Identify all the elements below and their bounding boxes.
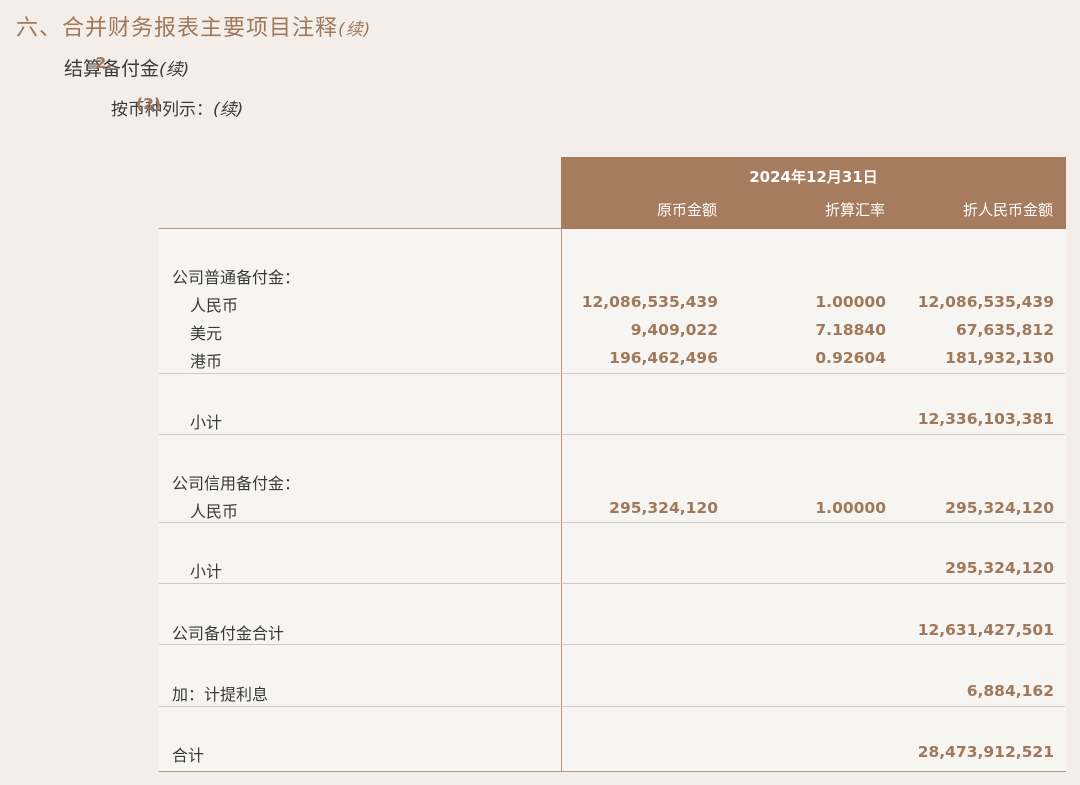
interest-label: 加：计提利息 [172,685,269,704]
cell-original-amount: 9,409,022 [630,321,718,339]
section-title-credit: 公司信用备付金： [172,474,301,493]
interest-rmb-amount: 6,884,162 [966,682,1054,700]
table-top-rule [159,228,561,229]
sub-subsection-heading: (2) 按币种列示：(续) [111,95,243,120]
company-total-rmb-amount: 12,631,427,501 [917,621,1054,639]
row-divider [159,644,1065,645]
subtotal-rmb-amount: 295,324,120 [945,559,1054,577]
continued-mark: (续) [338,20,372,40]
cell-rmb-amount: 67,635,812 [955,321,1054,339]
cell-exchange-rate: 1.00000 [815,499,886,517]
cell-rmb-amount: 12,086,535,439 [917,293,1054,311]
header-exchange-rate: 折算汇率 [824,201,885,219]
cell-exchange-rate: 0.92604 [815,349,886,367]
header-original-amount: 原币金额 [656,201,717,219]
section-heading: 六、合并财务报表主要项目注释(续) [16,10,371,42]
row-divider [159,373,1065,374]
table-header: 2024年12月31日 原币金额 折算汇率 折人民币金额 [561,157,1066,229]
cell-rmb-amount: 181,932,130 [945,349,1054,367]
cell-original-amount: 12,086,535,439 [581,293,718,311]
cell-exchange-rate: 7.18840 [815,321,886,339]
row-label-rmb: 人民币 [190,502,239,521]
company-total-label: 公司备付金合计 [172,624,285,643]
subsection-number: 2. [95,54,112,72]
continued-mark: (续) [159,60,190,80]
row-label-hkd: 港币 [190,352,223,371]
cell-exchange-rate: 1.00000 [815,293,886,311]
subtotal-rmb-amount: 12,336,103,381 [917,410,1054,428]
header-date: 2024年12月31日 [749,168,878,186]
row-divider [159,434,1065,435]
row-label-usd: 美元 [190,324,223,343]
row-divider [159,583,1065,584]
cell-rmb-amount: 295,324,120 [945,499,1054,517]
row-divider [159,706,1065,707]
continued-mark: (续) [213,100,244,120]
header-rmb-amount: 折人民币金额 [962,201,1053,219]
subtotal-label: 小计 [190,413,223,432]
subsection-heading: 2. 结算备付金(续) [64,54,189,81]
row-label-rmb: 人民币 [190,296,239,315]
grand-total-label: 合计 [172,746,205,765]
section-heading-text: 六、合并财务报表主要项目注释 [16,16,339,41]
subtotal-label: 小计 [190,562,223,581]
cell-original-amount: 295,324,120 [609,499,718,517]
grand-total-rmb-amount: 28,473,912,521 [917,743,1054,761]
cell-original-amount: 196,462,496 [609,349,718,367]
section-title-ordinary: 公司普通备付金： [172,268,301,287]
sub-subsection-number: (2) [136,95,161,113]
row-divider [159,522,1065,523]
